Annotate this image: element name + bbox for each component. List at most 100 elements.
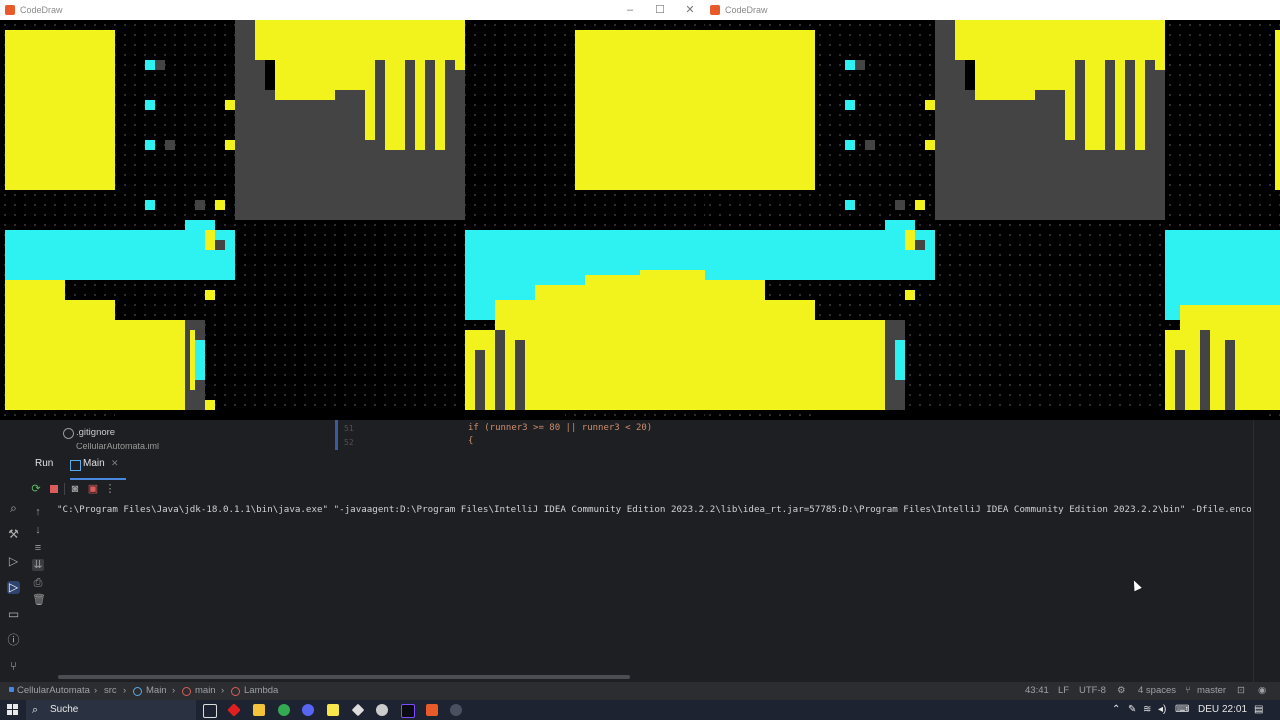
indent-setting[interactable]: 4 spaces — [1138, 682, 1176, 700]
tab-main[interactable]: Main ✕ — [70, 452, 126, 480]
app-red-icon[interactable] — [227, 703, 241, 717]
scroll-to-end-icon[interactable]: ⇊ — [32, 559, 44, 571]
cell-block — [495, 330, 505, 410]
maximize-button[interactable]: ☐ — [645, 0, 675, 20]
settings-icon[interactable] — [450, 704, 462, 716]
breadcrumb-main-method[interactable]: main — [195, 682, 216, 700]
run-icon[interactable]: ▷ — [7, 555, 20, 568]
minimize-button[interactable]: – — [615, 0, 645, 20]
window-titlebar[interactable]: CodeDraw – ☐ ✕ — [0, 0, 705, 20]
problems-icon[interactable]: ⓘ — [7, 634, 20, 647]
sticky-notes-icon[interactable] — [327, 704, 339, 716]
project-file-iml[interactable]: CellularAutomata.iml — [76, 443, 159, 450]
codedraw-window-2: CodeDraw — [705, 0, 1280, 420]
console-side-controls: ↑ ↓ ≡ ⇊ ⎙ 🗑 — [30, 506, 50, 616]
mouse-cursor-icon — [1130, 578, 1142, 592]
breadcrumb-src[interactable]: src — [104, 682, 117, 700]
scroll-down-icon[interactable]: ↓ — [32, 524, 44, 536]
close-tab-icon[interactable]: ✕ — [111, 458, 119, 469]
taskbar-search[interactable]: ⌕ Suche — [26, 700, 196, 720]
run-label: Run — [35, 458, 54, 469]
breadcrumb-separator: › — [172, 685, 176, 696]
breadcrumb-main-class[interactable]: Main — [146, 682, 167, 700]
task-view-icon[interactable] — [203, 704, 217, 718]
simulation-canvas-2[interactable] — [705, 20, 1280, 420]
cell-block — [1200, 330, 1210, 410]
cell-block — [575, 30, 705, 190]
code-line[interactable]: { — [468, 436, 473, 446]
cell — [845, 140, 855, 150]
horizontal-scrollbar[interactable] — [58, 675, 630, 679]
cell-block — [115, 320, 185, 410]
volume-icon[interactable]: ◂) — [1158, 700, 1166, 720]
intellij-icon[interactable] — [401, 704, 415, 718]
cell-block — [1175, 350, 1185, 410]
simulation-canvas-1[interactable] — [0, 20, 705, 420]
tab-main-label: Main — [83, 458, 105, 469]
lambda-icon — [231, 687, 240, 696]
stop-icon[interactable] — [48, 483, 60, 495]
scroll-up-icon[interactable]: ↑ — [32, 506, 44, 518]
print-icon[interactable]: ⎙ — [32, 577, 44, 589]
codedraw-icon[interactable] — [426, 704, 438, 716]
language-indicator[interactable]: DEU — [1198, 700, 1219, 720]
start-icon[interactable] — [7, 704, 19, 716]
soft-wrap-icon[interactable]: ≡ — [32, 542, 44, 554]
chrome-icon[interactable] — [278, 704, 290, 716]
build-icon[interactable]: ⚒ — [7, 528, 20, 541]
dump-icon[interactable]: ▣ — [87, 483, 99, 495]
ide-window: .gitignore CellularAutomata.iml 51 52 if… — [0, 420, 1280, 700]
cell-block — [705, 30, 815, 190]
search-icon[interactable]: ⌕ — [7, 502, 20, 515]
file-encoding[interactable]: UTF-8 — [1079, 682, 1106, 700]
run-toolbar: ⟳ ◙ ▣ ⋮ — [26, 478, 1253, 500]
cell-block — [205, 400, 215, 410]
line-separator[interactable]: LF — [1058, 682, 1069, 700]
cell-block — [1155, 20, 1165, 70]
breadcrumb-project[interactable]: CellularAutomata — [17, 682, 90, 700]
discord-icon[interactable] — [302, 704, 314, 716]
rerun-icon[interactable]: ⟳ — [30, 483, 42, 495]
git-icon[interactable]: ⑂ — [7, 660, 20, 673]
notifications-icon[interactable]: ◉ — [1258, 682, 1266, 700]
keyboard-icon[interactable]: ⌨ — [1175, 700, 1189, 720]
window-titlebar[interactable]: CodeDraw — [705, 0, 1280, 20]
close-button[interactable]: ✕ — [675, 0, 705, 20]
cell — [145, 200, 155, 210]
vertical-scrollbar[interactable] — [1253, 420, 1280, 682]
git-branch[interactable]: master — [1197, 682, 1226, 700]
more-icon[interactable]: ⋮ — [104, 483, 116, 495]
clock[interactable]: 22:01 — [1222, 700, 1247, 720]
breadcrumb-lambda[interactable]: Lambda — [244, 682, 278, 700]
cell-block — [5, 280, 65, 410]
obs-icon[interactable] — [376, 704, 388, 716]
wifi-icon[interactable]: ≋ — [1143, 700, 1151, 720]
terminal-icon[interactable]: ▭ — [7, 608, 20, 621]
cell-block — [255, 20, 455, 60]
code-line[interactable]: if (runner3 >= 80 || runner3 < 20) — [468, 423, 652, 433]
cell-block — [815, 320, 885, 410]
cell-block — [435, 60, 445, 150]
cell — [845, 100, 855, 110]
clear-icon[interactable]: 🗑 — [32, 594, 46, 606]
cell — [145, 140, 155, 150]
debug-icon[interactable]: ▷ — [7, 581, 20, 594]
camera-icon[interactable]: ◙ — [69, 483, 81, 495]
lock-icon[interactable]: ⊡ — [1237, 682, 1245, 700]
app-cube-icon[interactable] — [351, 703, 365, 717]
notification-center-icon[interactable]: ▤ — [1254, 700, 1263, 720]
cell-block — [65, 300, 115, 410]
branch-icon: ⑂ — [1185, 685, 1191, 696]
cell-block — [705, 280, 765, 410]
caret-position[interactable]: 43:41 — [1025, 682, 1049, 700]
line-number: 52 — [344, 438, 354, 447]
cell — [225, 100, 235, 110]
console-output-line: "C:\Program Files\Java\jdk-18.0.1.1\bin\… — [57, 504, 1251, 515]
cell-block — [475, 350, 485, 410]
project-file-gitignore[interactable]: .gitignore — [76, 427, 115, 438]
cell — [845, 60, 855, 70]
cell — [165, 140, 175, 150]
pen-icon[interactable]: ✎ — [1128, 700, 1136, 720]
tray-chevron-icon[interactable]: ⌃ — [1112, 700, 1120, 720]
file-explorer-icon[interactable] — [253, 704, 265, 716]
